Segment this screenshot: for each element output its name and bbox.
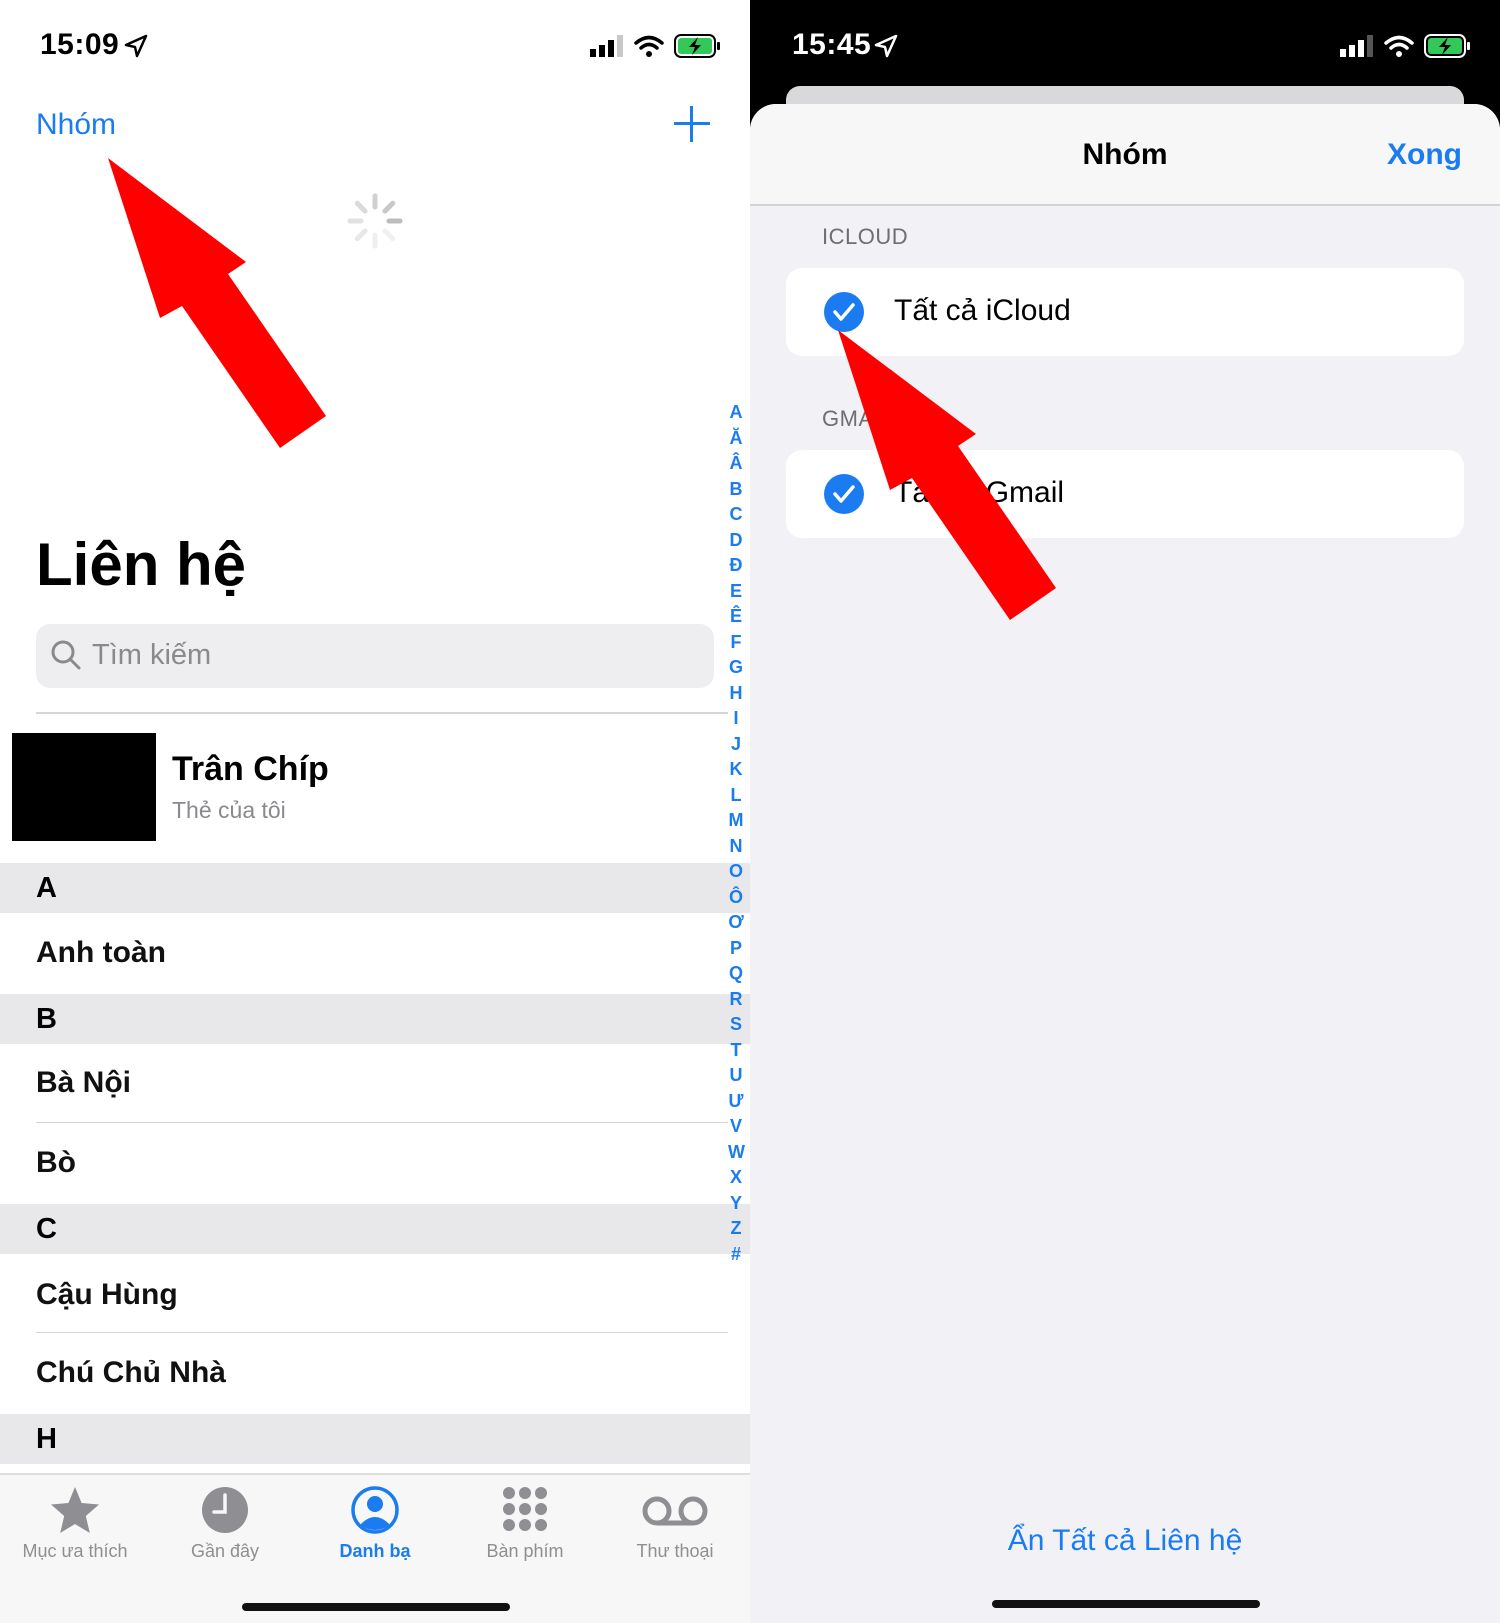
index-letter[interactable]: O <box>728 861 744 882</box>
index-letter[interactable]: Â <box>728 453 744 474</box>
tab-contacts[interactable]: Danh bạ <box>300 1475 450 1585</box>
index-letter[interactable]: H <box>728 683 744 704</box>
index-letter[interactable]: Ê <box>728 606 744 627</box>
add-contact-button[interactable] <box>674 106 710 142</box>
index-letter[interactable]: N <box>728 836 744 857</box>
signal-icon <box>590 35 623 57</box>
index-letter[interactable]: Z <box>728 1218 744 1239</box>
contact-row[interactable]: Anh toàn <box>36 936 166 970</box>
tab-label: Mục ưa thích <box>22 1541 128 1561</box>
tab-keypad[interactable]: Bàn phím <box>450 1475 600 1585</box>
signal-icon <box>1340 35 1373 57</box>
index-letter[interactable]: Ô <box>728 887 744 908</box>
index-letter[interactable]: Ơ <box>728 912 744 933</box>
my-card-name: Trân Chíp <box>172 750 329 788</box>
section-header-c: C <box>0 1204 750 1254</box>
section-header-h: H <box>0 1414 750 1464</box>
index-letter[interactable]: Q <box>728 963 744 984</box>
group-header-icloud: ICLOUD <box>822 224 909 249</box>
index-letter[interactable]: A <box>728 402 744 423</box>
battery-charging-icon <box>1424 34 1470 58</box>
index-letter[interactable]: Đ <box>728 555 744 576</box>
index-letter[interactable]: F <box>728 632 744 653</box>
red-arrow-annotation <box>838 330 1056 620</box>
done-button[interactable]: Xong <box>1387 138 1462 172</box>
status-time: 15:45 <box>792 28 872 61</box>
section-letter: A <box>36 872 57 904</box>
status-time: 15:09 <box>40 28 120 61</box>
location-arrow-icon <box>874 34 898 58</box>
my-card-subtitle: Thẻ của tôi <box>172 797 286 823</box>
home-indicator <box>242 1603 510 1611</box>
index-letter[interactable]: G <box>728 657 744 678</box>
index-letter[interactable]: # <box>728 1244 744 1265</box>
index-letter[interactable]: K <box>728 759 744 780</box>
sheet-header: Nhóm Xong <box>750 104 1500 206</box>
section-letter: C <box>36 1213 57 1245</box>
contact-row[interactable]: Bà Nội <box>36 1066 131 1100</box>
wifi-icon <box>1384 35 1414 57</box>
loading-spinner-icon <box>347 193 403 249</box>
tab-label: Bàn phím <box>486 1541 564 1561</box>
home-indicator <box>992 1600 1260 1608</box>
tab-voicemail[interactable]: Thư thoại <box>600 1475 750 1585</box>
page-title: Liên hệ <box>36 531 247 598</box>
tab-label: Danh bạ <box>339 1541 411 1561</box>
index-letter[interactable]: P <box>728 938 744 959</box>
divider <box>36 712 728 714</box>
avatar <box>12 733 156 841</box>
hide-all-contacts-button[interactable]: Ẩn Tất cả Liên hệ <box>750 1524 1500 1558</box>
index-letter[interactable]: Ư <box>728 1091 744 1112</box>
section-header-a: A <box>0 863 750 913</box>
contact-row[interactable]: Cậu Hùng <box>36 1278 178 1312</box>
search-placeholder: Tìm kiếm <box>92 639 212 671</box>
person-circle-icon <box>351 1486 399 1534</box>
search-icon <box>51 640 81 670</box>
index-letter[interactable]: T <box>728 1040 744 1061</box>
index-letter[interactable]: I <box>728 708 744 729</box>
voicemail-icon <box>642 1496 708 1526</box>
index-letter[interactable]: R <box>728 989 744 1010</box>
red-arrow-annotation <box>108 158 326 448</box>
divider <box>36 1332 728 1333</box>
tab-recents[interactable]: Gần đây <box>150 1475 300 1585</box>
contacts-screen: 15:09 Nhóm Liên hệ Tìm kiếm Trân Chíp Th… <box>0 0 750 1623</box>
contact-row[interactable]: Bò <box>36 1146 76 1180</box>
index-letter[interactable]: E <box>728 581 744 602</box>
contact-row[interactable]: Chú Chủ Nhà <box>36 1356 226 1390</box>
index-letter[interactable]: D <box>728 530 744 551</box>
index-letter[interactable]: W <box>728 1142 745 1163</box>
tab-label: Thư thoại <box>636 1541 714 1561</box>
status-icons <box>590 34 722 58</box>
keypad-icon <box>503 1487 547 1531</box>
index-letter[interactable]: V <box>728 1116 744 1137</box>
divider <box>36 1122 728 1123</box>
tab-label: Gần đây <box>190 1541 260 1561</box>
index-letter[interactable]: Y <box>728 1193 744 1214</box>
index-letter[interactable]: U <box>728 1065 744 1086</box>
tab-favorites[interactable]: Mục ưa thích <box>0 1475 150 1585</box>
search-input[interactable]: Tìm kiếm <box>36 624 714 688</box>
index-letter[interactable]: C <box>728 504 744 525</box>
index-letter[interactable]: S <box>728 1014 744 1035</box>
groups-screen: 15:45 Nhóm Xong ICLOUD Tất cả iCloud GMA… <box>750 0 1500 1623</box>
index-letter[interactable]: Ă <box>728 428 744 449</box>
index-letter[interactable]: J <box>728 734 744 755</box>
section-header-b: B <box>0 994 750 1044</box>
status-icons <box>1340 34 1472 58</box>
section-letter: B <box>36 1003 57 1035</box>
index-letter[interactable]: X <box>728 1167 744 1188</box>
index-letter[interactable]: L <box>728 785 744 806</box>
battery-charging-icon <box>674 34 720 58</box>
index-letter[interactable]: B <box>728 479 744 500</box>
groups-button[interactable]: Nhóm <box>36 108 116 142</box>
location-arrow-icon <box>124 34 148 58</box>
index-letter[interactable]: M <box>728 810 744 831</box>
clock-icon <box>202 1487 248 1533</box>
section-letter: H <box>36 1423 57 1455</box>
star-icon <box>51 1487 99 1533</box>
tab-bar: Mục ưa thích Gần đây Danh bạ Bàn phím Th… <box>0 1473 750 1623</box>
wifi-icon <box>634 35 664 57</box>
